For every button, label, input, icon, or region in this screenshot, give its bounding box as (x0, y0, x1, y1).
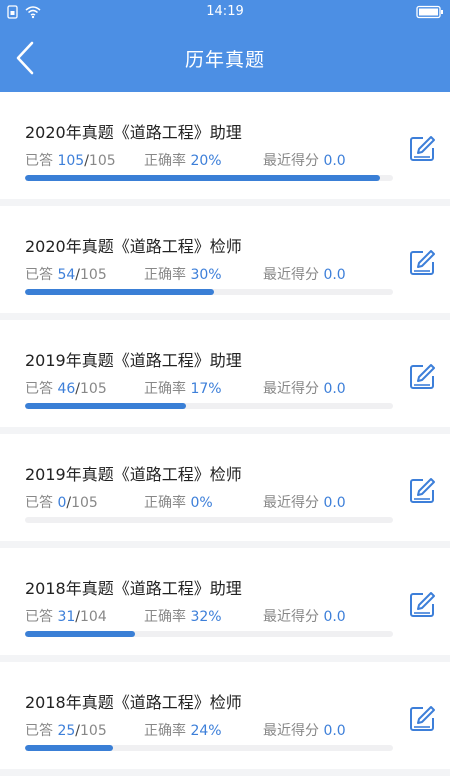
accuracy-stat: 正确率 20% (144, 153, 222, 169)
score-stat: 最近得分 0.0 (263, 153, 346, 169)
app-header: 历年真题 (0, 24, 450, 92)
answered-stat: 已答 46/105 (25, 381, 107, 397)
accuracy-stat: 正确率 0% (144, 495, 213, 511)
edit-icon[interactable] (407, 590, 437, 620)
paper-stats: 已答 0/105 正确率 0% 最近得分 0.0 (25, 492, 385, 512)
edit-icon[interactable] (407, 134, 437, 164)
progress-fill (25, 631, 135, 637)
paper-card[interactable]: 2018年真题《道路工程》检师 已答 25/105 正确率 24% 最近得分 0… (0, 662, 450, 769)
score-stat: 最近得分 0.0 (263, 609, 346, 625)
paper-stats: 已答 105/105 正确率 20% 最近得分 0.0 (25, 150, 385, 170)
paper-card[interactable]: 2019年真题《道路工程》检师 已答 0/105 正确率 0% 最近得分 0.0 (0, 434, 450, 541)
paper-title: 2020年真题《道路工程》助理 (25, 123, 242, 142)
progress-fill (25, 175, 381, 181)
paper-card[interactable]: 2020年真题《道路工程》助理 已答 105/105 正确率 20% 最近得分 … (0, 92, 450, 199)
progress-bar (25, 289, 393, 295)
progress-bar (25, 631, 393, 637)
accuracy-stat: 正确率 24% (144, 723, 222, 739)
accuracy-stat: 正确率 30% (144, 267, 222, 283)
paper-title: 2019年真题《道路工程》检师 (25, 465, 242, 484)
progress-bar (25, 175, 393, 181)
paper-stats: 已答 46/105 正确率 17% 最近得分 0.0 (25, 378, 385, 398)
paper-title: 2018年真题《道路工程》检师 (25, 693, 242, 712)
edit-icon[interactable] (407, 704, 437, 734)
accuracy-stat: 正确率 17% (144, 381, 222, 397)
answered-stat: 已答 54/105 (25, 267, 107, 283)
edit-icon[interactable] (407, 362, 437, 392)
paper-card[interactable]: 2019年真题《道路工程》助理 已答 46/105 正确率 17% 最近得分 0… (0, 320, 450, 427)
paper-stats: 已答 25/105 正确率 24% 最近得分 0.0 (25, 720, 385, 740)
battery-icon (416, 5, 443, 19)
paper-stats: 已答 54/105 正确率 30% 最近得分 0.0 (25, 264, 385, 284)
answered-stat: 已答 31/104 (25, 609, 107, 625)
score-stat: 最近得分 0.0 (263, 495, 346, 511)
edit-icon[interactable] (407, 476, 437, 506)
edit-icon[interactable] (407, 248, 437, 278)
progress-fill (25, 745, 113, 751)
answered-stat: 已答 105/105 (25, 153, 116, 169)
paper-list: 2020年真题《道路工程》助理 已答 105/105 正确率 20% 最近得分 … (0, 92, 450, 776)
answered-stat: 已答 0/105 (25, 495, 98, 511)
progress-bar (25, 517, 393, 523)
progress-bar (25, 745, 393, 751)
paper-title: 2019年真题《道路工程》助理 (25, 351, 242, 370)
answered-stat: 已答 25/105 (25, 723, 107, 739)
status-bar: 14:19 (0, 0, 450, 24)
paper-title: 2018年真题《道路工程》助理 (25, 579, 242, 598)
accuracy-stat: 正确率 32% (144, 609, 222, 625)
progress-fill (25, 403, 187, 409)
paper-card[interactable]: 2020年真题《道路工程》检师 已答 54/105 正确率 30% 最近得分 0… (0, 206, 450, 313)
score-stat: 最近得分 0.0 (263, 723, 346, 739)
paper-card[interactable]: 2018年真题《道路工程》助理 已答 31/104 正确率 32% 最近得分 0… (0, 548, 450, 655)
paper-title: 2020年真题《道路工程》检师 (25, 237, 242, 256)
progress-fill (25, 289, 215, 295)
status-time: 14:19 (206, 4, 244, 19)
progress-bar (25, 403, 393, 409)
score-stat: 最近得分 0.0 (263, 267, 346, 283)
page-title: 历年真题 (184, 49, 265, 71)
paper-stats: 已答 31/104 正确率 32% 最近得分 0.0 (25, 606, 385, 626)
score-stat: 最近得分 0.0 (263, 381, 346, 397)
